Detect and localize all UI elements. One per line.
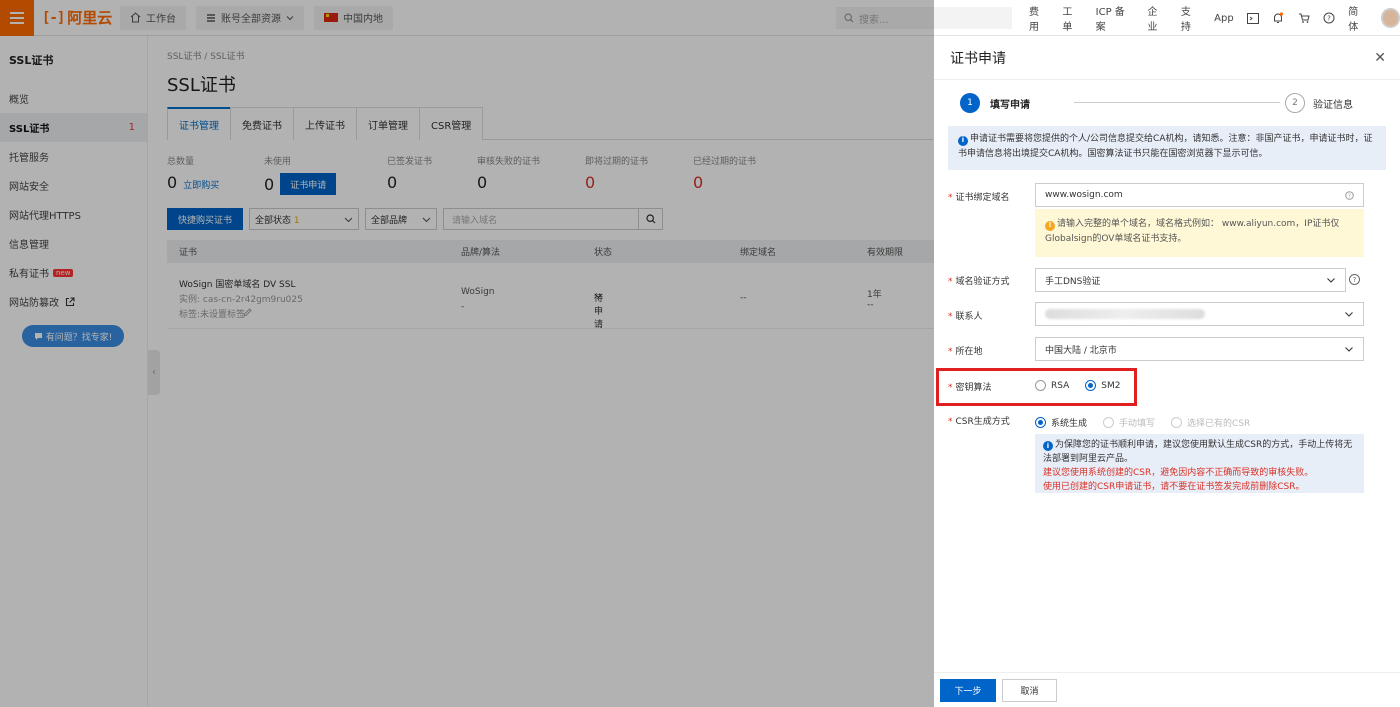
drawer-title: 证书申请 xyxy=(950,50,1006,67)
notice-text: 申请证书需要将您提供的个人/公司信息提交给CA机构，请知悉。注意：非国产证书，申… xyxy=(958,134,1373,159)
csr-option-label: 系统生成 xyxy=(1051,419,1088,429)
algo-radio-rsa[interactable]: RSA xyxy=(1035,380,1069,391)
domain-input[interactable]: www.wosign.com ? xyxy=(1035,183,1364,207)
top-link-icp[interactable]: ICP 备案 xyxy=(1089,3,1141,33)
domain-format-tip: ! 请输入完整的单个域名，域名格式例如： www.aliyun.com，IP证书仅… xyxy=(1035,209,1364,257)
location-value: 中国大陆 / 北京市 xyxy=(1045,345,1117,356)
csr-label-text: CSR生成方式 xyxy=(955,417,1010,427)
top-link-fees[interactable]: 费用 xyxy=(1022,3,1055,33)
algo-label: * 密钥算法 xyxy=(948,383,992,393)
top-links: 费用 工单 ICP 备案 企业 支持 App ? 简体 xyxy=(1022,0,1400,36)
algo-label-text: 密钥算法 xyxy=(955,383,992,393)
drawer-header: 证书申请 ✕ xyxy=(934,36,1400,80)
cart-icon[interactable] xyxy=(1291,12,1316,24)
help-circle-icon[interactable]: ? xyxy=(1349,274,1360,285)
domain-tip-text: 请输入完整的单个域名，域名格式例如： www.aliyun.com，IP证书仅G… xyxy=(1045,219,1340,244)
csr-option-label: 手动填写 xyxy=(1119,419,1156,429)
csr-tip-text-1: 为保障您的证书顺利申请，建议您使用默认生成CSR的方式，手动上传将无法部署到阿里… xyxy=(1043,440,1353,464)
contact-label: * 联系人 xyxy=(948,312,983,322)
info-icon: i xyxy=(958,135,968,146)
chevron-down-icon xyxy=(1345,312,1353,317)
top-link-support[interactable]: 支持 xyxy=(1174,3,1207,33)
top-link-app[interactable]: App xyxy=(1207,13,1241,24)
verify-method-select[interactable]: 手工DNS验证 xyxy=(1035,268,1346,292)
modal-overlay[interactable] xyxy=(0,0,934,707)
language-switch[interactable]: 简体 xyxy=(1341,3,1374,33)
notification-bell-icon[interactable] xyxy=(1266,12,1291,24)
close-icon[interactable]: ✕ xyxy=(1374,50,1386,66)
radio-checked-icon xyxy=(1035,417,1046,428)
chevron-down-icon xyxy=(1327,278,1335,283)
avatar[interactable] xyxy=(1380,8,1400,28)
verify-label-text: 域名验证方式 xyxy=(955,277,1010,287)
csr-tip-line-3: 使用已创建的CSR申请证书，请不要在证书签发完成前删除CSR。 xyxy=(1043,482,1305,492)
csr-radio-group: 系统生成 手动填写 选择已有的CSR xyxy=(1035,416,1266,429)
radio-disabled-icon xyxy=(1171,417,1183,428)
algo-option-label: RSA xyxy=(1051,380,1070,391)
privacy-notice: i 申请证书需要将您提供的个人/公司信息提交给CA机构，请知悉。注意：非国产证书，… xyxy=(948,126,1386,170)
svg-text:?: ? xyxy=(1348,193,1351,199)
algo-option-label: SM2 xyxy=(1101,380,1121,391)
location-label: * 所在地 xyxy=(948,347,983,357)
step-2-label: 验证信息 xyxy=(1313,100,1353,111)
radio-unchecked-icon xyxy=(1035,380,1046,391)
help-icon[interactable]: ? xyxy=(1316,12,1341,24)
domain-label-text: 证书绑定域名 xyxy=(955,193,1010,203)
drawer-footer: 下一步 取消 xyxy=(934,672,1400,707)
csr-tip: i 为保障您的证书顺利申请，建议您使用默认生成CSR的方式，手动上传将无法部署到阿… xyxy=(1035,434,1364,493)
domain-label: * 证书绑定域名 xyxy=(948,193,1010,203)
domain-value: www.wosign.com xyxy=(1045,190,1123,200)
csr-radio-manual[interactable]: 手动填写 xyxy=(1103,416,1155,429)
warning-icon: ! xyxy=(1045,220,1055,231)
csr-option-label: 选择已有的CSR xyxy=(1187,419,1251,429)
radio-checked-icon xyxy=(1085,380,1097,391)
next-step-button[interactable]: 下一步 xyxy=(940,679,996,702)
csr-tip-line-1: i 为保障您的证书顺利申请，建议您使用默认生成CSR的方式，手动上传将无法部署到阿… xyxy=(1043,438,1356,466)
cert-apply-drawer: 证书申请 ✕ 1 填写申请 2 验证信息 i 申请证书需要将您提供的个人/公司信息… xyxy=(934,36,1400,707)
location-label-text: 所在地 xyxy=(955,347,983,357)
info-circle-icon: ? xyxy=(1345,190,1354,200)
svg-text:?: ? xyxy=(1327,15,1331,23)
radio-disabled-icon xyxy=(1103,417,1115,428)
csr-radio-system[interactable]: 系统生成 xyxy=(1035,416,1087,429)
csr-label: * CSR生成方式 xyxy=(948,417,1010,427)
step-indicator: 1 填写申请 2 验证信息 xyxy=(960,93,1370,113)
info-icon: i xyxy=(1043,441,1053,451)
csr-radio-existing[interactable]: 选择已有的CSR xyxy=(1171,416,1250,429)
algo-radio-group: RSA SM2 xyxy=(1035,380,1137,391)
terminal-icon[interactable] xyxy=(1241,12,1266,24)
chevron-down-icon xyxy=(1345,347,1353,352)
step-connector xyxy=(1074,102,1280,103)
verify-method-value: 手工DNS验证 xyxy=(1045,276,1101,287)
contact-value-blurred xyxy=(1045,309,1205,319)
step-1-dot: 1 xyxy=(960,93,980,113)
step-1-label: 填写申请 xyxy=(990,100,1030,111)
verify-label: * 域名验证方式 xyxy=(948,277,1010,287)
step-2-dot: 2 xyxy=(1285,93,1305,113)
location-select[interactable]: 中国大陆 / 北京市 xyxy=(1035,337,1364,361)
csr-tip-line-2: 建议您使用系统创建的CSR，避免因内容不正确而导致的审核失败。 xyxy=(1043,468,1314,478)
contact-select[interactable] xyxy=(1035,302,1364,326)
top-link-enterprise[interactable]: 企业 xyxy=(1140,3,1173,33)
contact-label-text: 联系人 xyxy=(955,312,983,322)
cancel-button[interactable]: 取消 xyxy=(1002,679,1057,702)
top-link-tickets[interactable]: 工单 xyxy=(1055,3,1088,33)
algo-radio-sm2[interactable]: SM2 xyxy=(1085,380,1121,391)
